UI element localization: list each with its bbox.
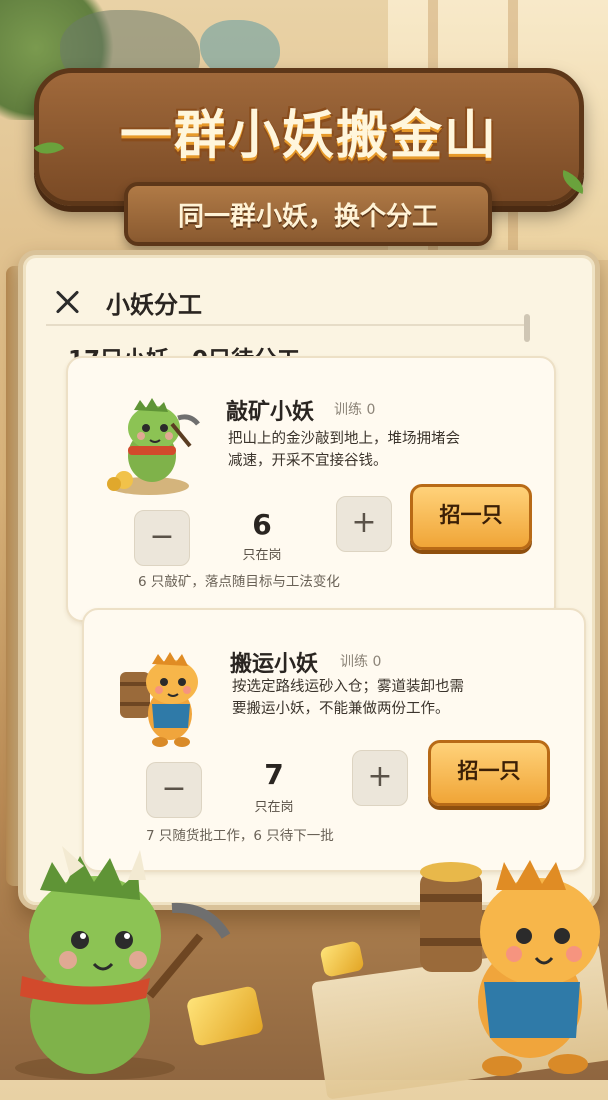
game-subtitle-board: 同一群小妖，换个分工 bbox=[124, 182, 492, 246]
increase-button[interactable]: + bbox=[336, 496, 392, 552]
job-description: 按选定路线运砂入仓；雾道装卸也需要搬运小妖，不能兼做两份工作。 bbox=[232, 679, 464, 717]
decrease-button[interactable]: − bbox=[146, 762, 202, 818]
close-icon[interactable] bbox=[52, 287, 82, 317]
job-description: 把山上的金沙敲到地上，堆场拥堵会减速，开采不宜接谷钱。 bbox=[228, 431, 460, 469]
gold-nugget-icon bbox=[319, 940, 365, 978]
scrollbar-thumb[interactable] bbox=[524, 314, 530, 342]
panel-header: 小妖分工 bbox=[52, 282, 202, 322]
header-divider bbox=[46, 324, 526, 326]
job-note: 6 只敲矿，落点随目标与工法变化 bbox=[138, 574, 340, 590]
increase-button[interactable]: + bbox=[352, 750, 408, 806]
game-title: 一群小妖搬金山 bbox=[119, 106, 498, 166]
worker-count-label: 只在岗 bbox=[254, 800, 294, 815]
panel-title: 小妖分工 bbox=[106, 290, 202, 319]
orange-dino-porter-icon bbox=[120, 652, 198, 747]
orange-dino-porter-mascot-icon bbox=[420, 860, 600, 1076]
hire-button[interactable]: 招一只 bbox=[428, 740, 550, 806]
hire-button[interactable]: 招一只 bbox=[410, 484, 532, 550]
job-card-porter: 搬运小妖 训练 0 按选定路线运砂入仓；雾道装卸也需要搬运小妖，不能兼做两份工作… bbox=[82, 608, 586, 872]
training-level: 训练 0 bbox=[340, 654, 382, 670]
decrease-button[interactable]: − bbox=[134, 510, 190, 566]
green-dino-miner-icon bbox=[107, 398, 200, 495]
worker-count: 7 bbox=[264, 758, 284, 791]
green-dino-miner-mascot-icon bbox=[15, 846, 231, 1080]
game-subtitle: 同一群小妖，换个分工 bbox=[177, 202, 438, 232]
worker-count: 6 bbox=[252, 508, 272, 541]
worker-count-label: 只在岗 bbox=[242, 548, 282, 563]
training-level: 训练 0 bbox=[334, 402, 376, 418]
job-name: 敲矿小妖 bbox=[226, 400, 315, 425]
job-name: 搬运小妖 bbox=[230, 652, 319, 677]
job-card-miner: 敲矿小妖 训练 0 把山上的金沙敲到地上，堆场拥堵会减速，开采不宜接谷钱。 − … bbox=[66, 356, 556, 622]
